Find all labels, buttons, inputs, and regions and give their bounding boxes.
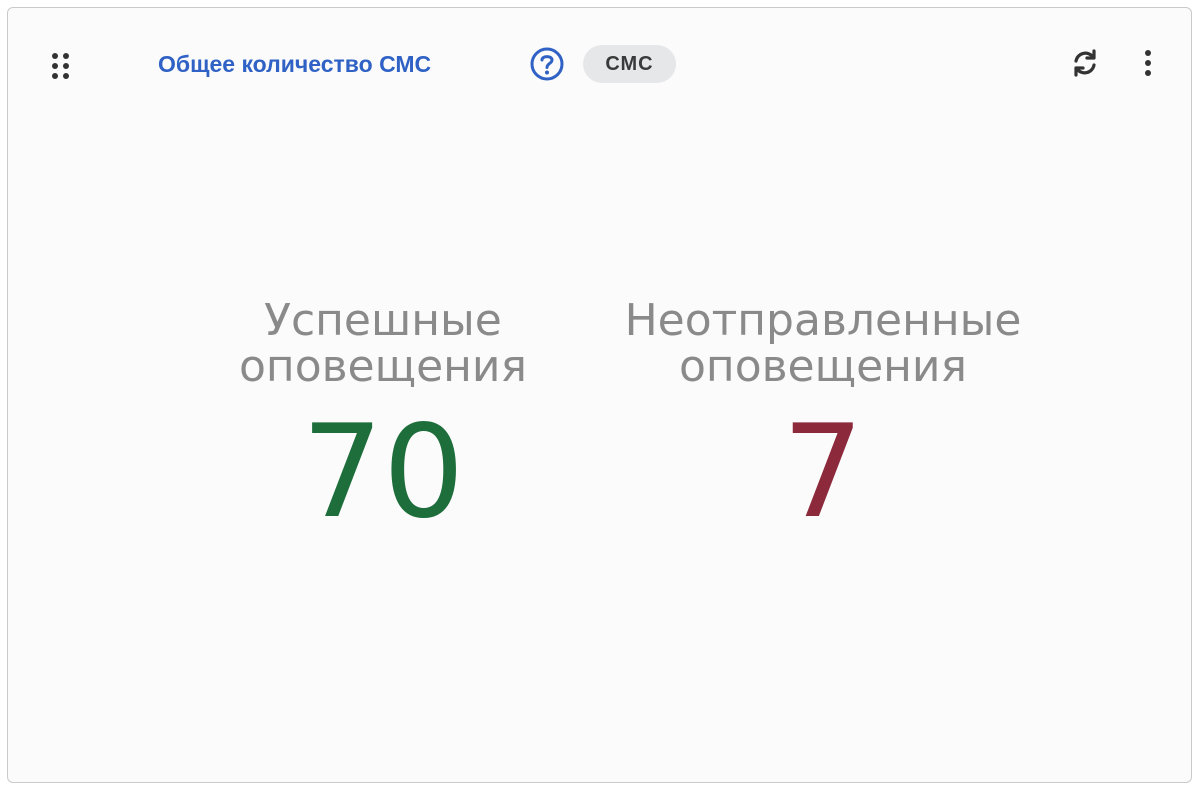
successful-notifications-stat: Успешные оповещения 70 [203, 298, 563, 538]
widget-header: Общее количество СМС СМС [8, 8, 1191, 118]
help-circle-icon[interactable] [529, 46, 565, 82]
sms-count-widget: Общее количество СМС СМС Успешные оповещ… [7, 7, 1192, 783]
successful-notifications-value: 70 [301, 398, 465, 547]
drag-handle-icon[interactable] [50, 51, 74, 87]
failed-notifications-stat: Неотправленные оповещения 7 [598, 298, 1048, 538]
failed-notifications-value: 7 [782, 398, 864, 547]
failed-notifications-label: Неотправленные оповещения [624, 295, 1022, 392]
refresh-icon[interactable] [1068, 46, 1102, 80]
widget-title: Общее количество СМС [158, 51, 432, 77]
channel-badge: СМС [583, 45, 676, 83]
successful-notifications-label: Успешные оповещения [239, 295, 527, 392]
more-vertical-icon[interactable] [1136, 46, 1160, 80]
